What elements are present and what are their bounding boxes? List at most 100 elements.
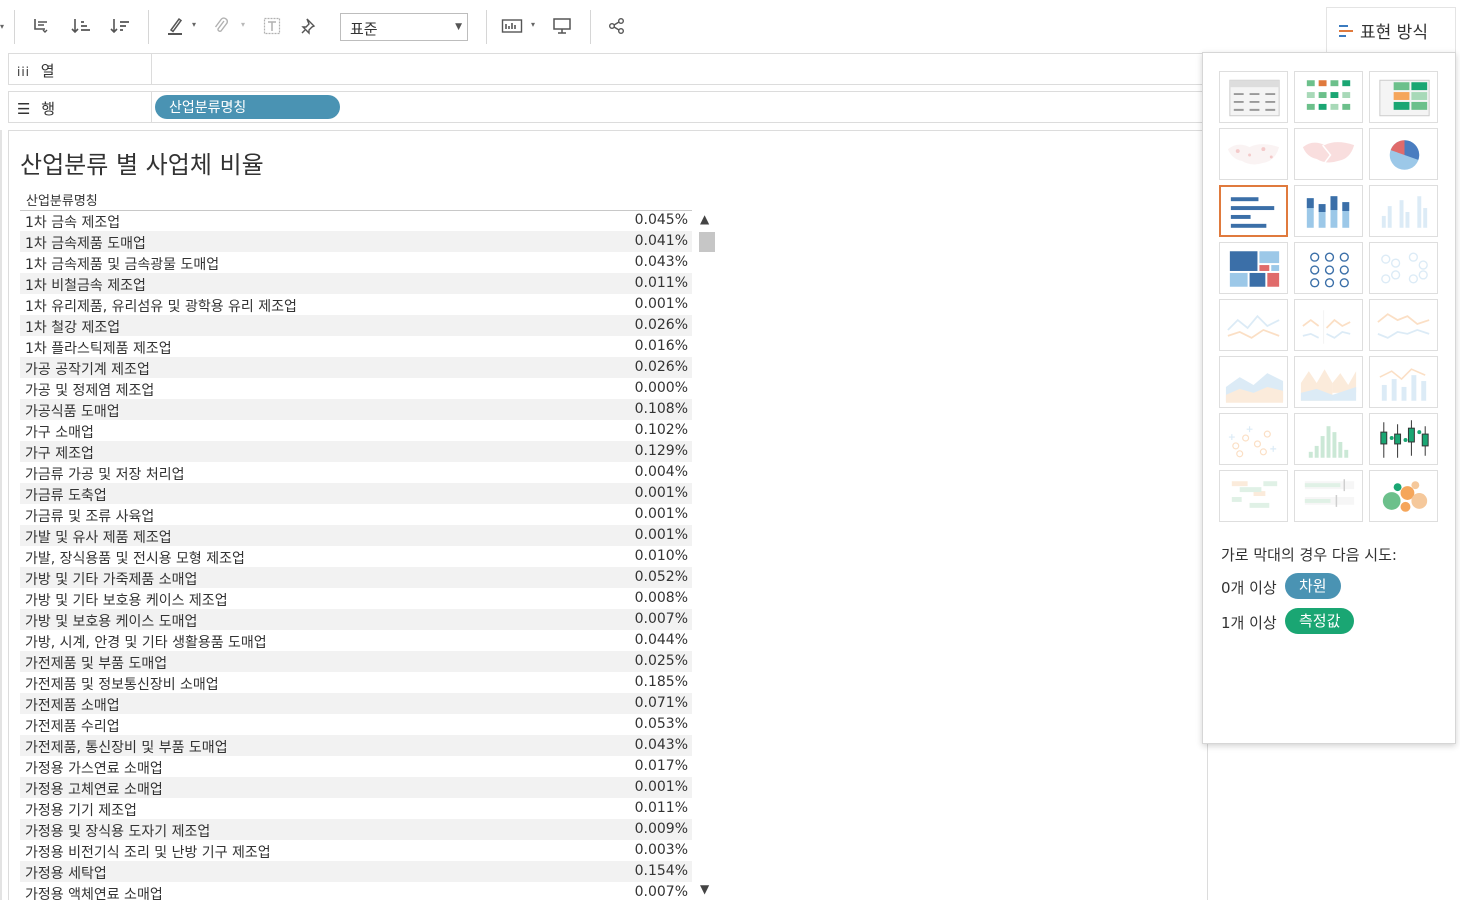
- scroll-thumb[interactable]: [699, 232, 715, 252]
- table-row[interactable]: 가금류 가공 및 저장 처리업 0.004%: [20, 462, 692, 483]
- table-row[interactable]: 가정용 가스연료 소매업 0.017%: [20, 756, 692, 777]
- table-row[interactable]: 가공 및 정제염 제조업 0.000%: [20, 378, 692, 399]
- attach-icon[interactable]: [209, 14, 233, 38]
- chart-type-side-by-side-circles[interactable]: [1369, 242, 1438, 294]
- table-row[interactable]: 1차 비철금속 제조업 0.011%: [20, 273, 692, 294]
- chart-type-side-by-side-bars[interactable]: [1369, 185, 1438, 237]
- side-by-side-circles-icon: [1381, 252, 1428, 284]
- row-value: 0.011%: [634, 800, 688, 816]
- table-row[interactable]: 가방 및 기타 가죽제품 소매업 0.052%: [20, 567, 692, 588]
- table-row[interactable]: 가방 및 보호용 케이스 도매업 0.007%: [20, 609, 692, 630]
- table-row[interactable]: 가전제품 소매업 0.071%: [20, 693, 692, 714]
- row-name: 1차 금속제품 도매업: [25, 236, 146, 252]
- fit-select[interactable]: 표준 ▼: [340, 13, 468, 41]
- table-row[interactable]: 1차 철강 제조업 0.026%: [20, 315, 692, 336]
- swap-rows-columns-icon[interactable]: [29, 14, 53, 38]
- table-row[interactable]: 가발, 장식용품 및 전시용 모형 제조업 0.010%: [20, 546, 692, 567]
- chart-type-area-continuous[interactable]: [1219, 356, 1288, 408]
- chart-type-text-table[interactable]: [1219, 71, 1288, 123]
- row-value: 0.001%: [634, 296, 688, 312]
- highlight-icon[interactable]: [163, 14, 187, 38]
- chart-type-bullet[interactable]: [1294, 470, 1363, 522]
- chart-type-filled-map[interactable]: [1294, 128, 1363, 180]
- row-value: 0.001%: [634, 779, 688, 795]
- table-row[interactable]: 1차 금속제품 도매업 0.041%: [20, 231, 692, 252]
- chart-type-horizontal-bars[interactable]: [1219, 185, 1288, 237]
- presentation-icon[interactable]: [550, 14, 574, 38]
- dimension-chip: 차원: [1285, 573, 1341, 599]
- columns-shelf[interactable]: iii 열: [8, 53, 1208, 85]
- table-scrollbar[interactable]: ▲ ▼: [697, 210, 717, 898]
- row-name: 가정용 비전기식 조리 및 난방 기구 제조업: [25, 845, 271, 861]
- toolbar-separator: [148, 10, 149, 44]
- scroll-down-icon[interactable]: ▼: [700, 882, 709, 896]
- sort-descending-icon[interactable]: [108, 14, 132, 38]
- row-value: 0.001%: [634, 527, 688, 543]
- table-row[interactable]: 가전제품 및 정보통신장비 소매업 0.185%: [20, 672, 692, 693]
- table-row[interactable]: 가전제품 수리업 0.053%: [20, 714, 692, 735]
- share-icon[interactable]: [605, 14, 629, 38]
- data-table: 1차 금속 제조업 0.045% 1차 금속제품 도매업 0.041% 1차 금속제품 …: [20, 210, 692, 900]
- table-row[interactable]: 가정용 기기 제조업 0.011%: [20, 798, 692, 819]
- chart-type-box-and-whisker[interactable]: [1369, 413, 1438, 465]
- table-row[interactable]: 1차 금속 제조업 0.045%: [20, 210, 692, 231]
- chart-type-dual-combination[interactable]: [1369, 356, 1438, 408]
- chart-type-dual-lines[interactable]: [1369, 299, 1438, 351]
- chart-type-symbol-map[interactable]: [1219, 128, 1288, 180]
- table-row[interactable]: 가구 소매업 0.102%: [20, 420, 692, 441]
- row-value: 0.052%: [634, 569, 688, 585]
- table-row[interactable]: 가금류 및 조류 사육업 0.001%: [20, 504, 692, 525]
- row-name: 가정용 고체연료 소매업: [25, 782, 163, 798]
- scroll-up-icon[interactable]: ▲: [700, 212, 709, 226]
- rows-pill[interactable]: 산업분류명칭: [155, 95, 340, 119]
- caret-down-icon[interactable]: ▾: [531, 20, 535, 29]
- table-row[interactable]: 가공 공작기계 제조업 0.026%: [20, 357, 692, 378]
- column-header[interactable]: 산업분류명칭: [26, 190, 98, 209]
- table-row[interactable]: 가정용 고체연료 소매업 0.001%: [20, 777, 692, 798]
- table-row[interactable]: 가정용 세탁업 0.154%: [20, 861, 692, 882]
- chart-type-circle-views[interactable]: [1294, 242, 1363, 294]
- table-row[interactable]: 1차 유리제품, 유리섬유 및 광학용 유리 제조업 0.001%: [20, 294, 692, 315]
- symbol-map-icon: [1227, 144, 1280, 165]
- chart-type-packed-bubbles[interactable]: [1369, 470, 1438, 522]
- table-row[interactable]: 가정용 액체연료 소매업 0.007%: [20, 882, 692, 900]
- table-row[interactable]: 1차 금속제품 및 금속광물 도매업 0.043%: [20, 252, 692, 273]
- table-row[interactable]: 가발 및 유사 제품 제조업 0.001%: [20, 525, 692, 546]
- caret-down-icon[interactable]: ▾: [192, 20, 196, 29]
- table-row[interactable]: 가정용 비전기식 조리 및 난방 기구 제조업 0.003%: [20, 840, 692, 861]
- columns-icon: iii: [17, 65, 31, 79]
- table-row[interactable]: 가구 제조업 0.129%: [20, 441, 692, 462]
- row-value: 0.004%: [634, 464, 688, 480]
- chart-type-histogram[interactable]: [1294, 413, 1363, 465]
- show-me-tab[interactable]: 표현 방식: [1326, 7, 1456, 53]
- caret-down-icon[interactable]: ▾: [241, 20, 245, 29]
- pin-icon[interactable]: [297, 14, 321, 38]
- sheet-left-border: [0, 130, 2, 900]
- chart-type-gantt[interactable]: [1219, 470, 1288, 522]
- table-row[interactable]: 가전제품, 통신장비 및 부품 도매업 0.043%: [20, 735, 692, 756]
- chart-type-highlight-table[interactable]: [1369, 71, 1438, 123]
- table-row[interactable]: 가전제품 및 부품 도매업 0.025%: [20, 651, 692, 672]
- show-me-icon: [1339, 24, 1353, 38]
- chart-type-treemap[interactable]: [1219, 242, 1288, 294]
- caret-down-icon[interactable]: ▾: [0, 22, 4, 31]
- chart-type-lines-continuous[interactable]: [1219, 299, 1288, 351]
- table-row[interactable]: 가정용 및 장식용 도자기 제조업 0.009%: [20, 819, 692, 840]
- chart-type-heat-map[interactable]: [1294, 71, 1363, 123]
- rows-shelf[interactable]: ☰ 행 산업분류명칭: [8, 91, 1208, 123]
- label-icon[interactable]: [260, 14, 284, 38]
- row-name: 가정용 액체연료 소매업: [25, 887, 163, 900]
- toolbar-separator: [590, 10, 591, 44]
- table-row[interactable]: 가금류 도축업 0.001%: [20, 483, 692, 504]
- chart-type-pie[interactable]: [1369, 128, 1438, 180]
- chart-type-stacked-bars[interactable]: [1294, 185, 1363, 237]
- table-row[interactable]: 가방, 시계, 안경 및 기타 생활용품 도매업 0.044%: [20, 630, 692, 651]
- table-row[interactable]: 가공식품 도매업 0.108%: [20, 399, 692, 420]
- table-row[interactable]: 1차 플라스틱제품 제조업 0.016%: [20, 336, 692, 357]
- chart-type-scatter[interactable]: [1219, 413, 1288, 465]
- sort-ascending-icon[interactable]: [69, 14, 93, 38]
- chart-type-lines-discrete[interactable]: [1294, 299, 1363, 351]
- table-row[interactable]: 가방 및 기타 보호용 케이스 제조업 0.008%: [20, 588, 692, 609]
- show-cards-icon[interactable]: [500, 14, 524, 38]
- chart-type-area-discrete[interactable]: [1294, 356, 1363, 408]
